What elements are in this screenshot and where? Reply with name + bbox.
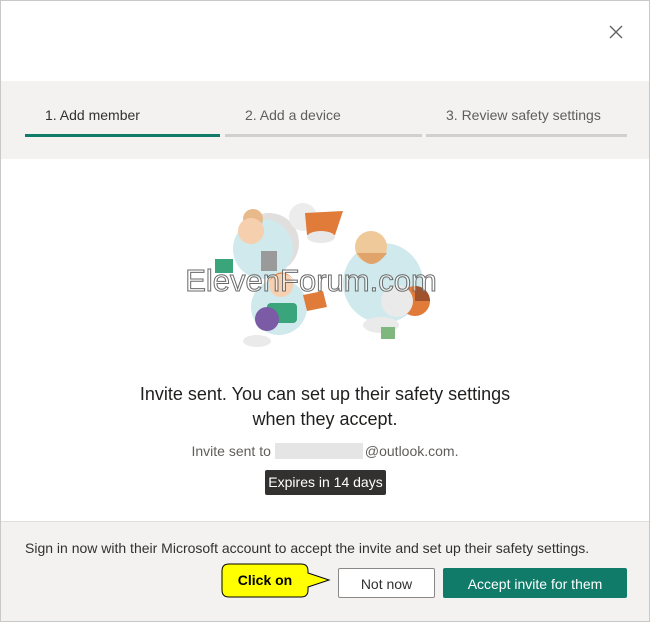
accept-invite-button[interactable]: Accept invite for them — [443, 568, 627, 598]
watermark: ElevenForum.com — [185, 263, 438, 299]
not-now-button[interactable]: Not now — [338, 568, 435, 598]
step-review-safety: 3. Review safety settings — [426, 81, 627, 159]
invite-sent-domain: @outlook.com. — [364, 443, 459, 459]
callout-label: Click on — [237, 572, 293, 588]
redacted-email — [274, 443, 363, 459]
stepper: 1. Add member 2. Add a device 3. Review … — [1, 81, 649, 159]
step-add-device: 2. Add a device — [225, 81, 422, 159]
invite-sent-prefix: Invite sent to — [191, 443, 271, 459]
close-icon — [609, 25, 623, 39]
step-label: 1. Add member — [45, 107, 140, 123]
invite-sent-line: Invite sent to @outlook.com. — [1, 443, 649, 459]
step-label: 3. Review safety settings — [446, 107, 601, 123]
close-button[interactable] — [605, 21, 627, 43]
footer-text: Sign in now with their Microsoft account… — [25, 540, 590, 556]
step-progress-bar — [426, 134, 627, 137]
step-add-member: 1. Add member — [25, 81, 220, 159]
headline-line-2: when they accept. — [252, 409, 398, 429]
invite-dialog: 1. Add member 2. Add a device 3. Review … — [0, 0, 650, 622]
expires-badge: Expires in 14 days — [265, 470, 386, 495]
step-progress-bar — [25, 134, 220, 137]
invite-headline: Invite sent. You can set up their safety… — [1, 382, 649, 432]
click-on-callout: Click on — [221, 563, 333, 599]
step-progress-bar — [225, 134, 422, 137]
headline-line-1: Invite sent. You can set up their safety… — [139, 384, 511, 404]
step-label: 2. Add a device — [245, 107, 341, 123]
